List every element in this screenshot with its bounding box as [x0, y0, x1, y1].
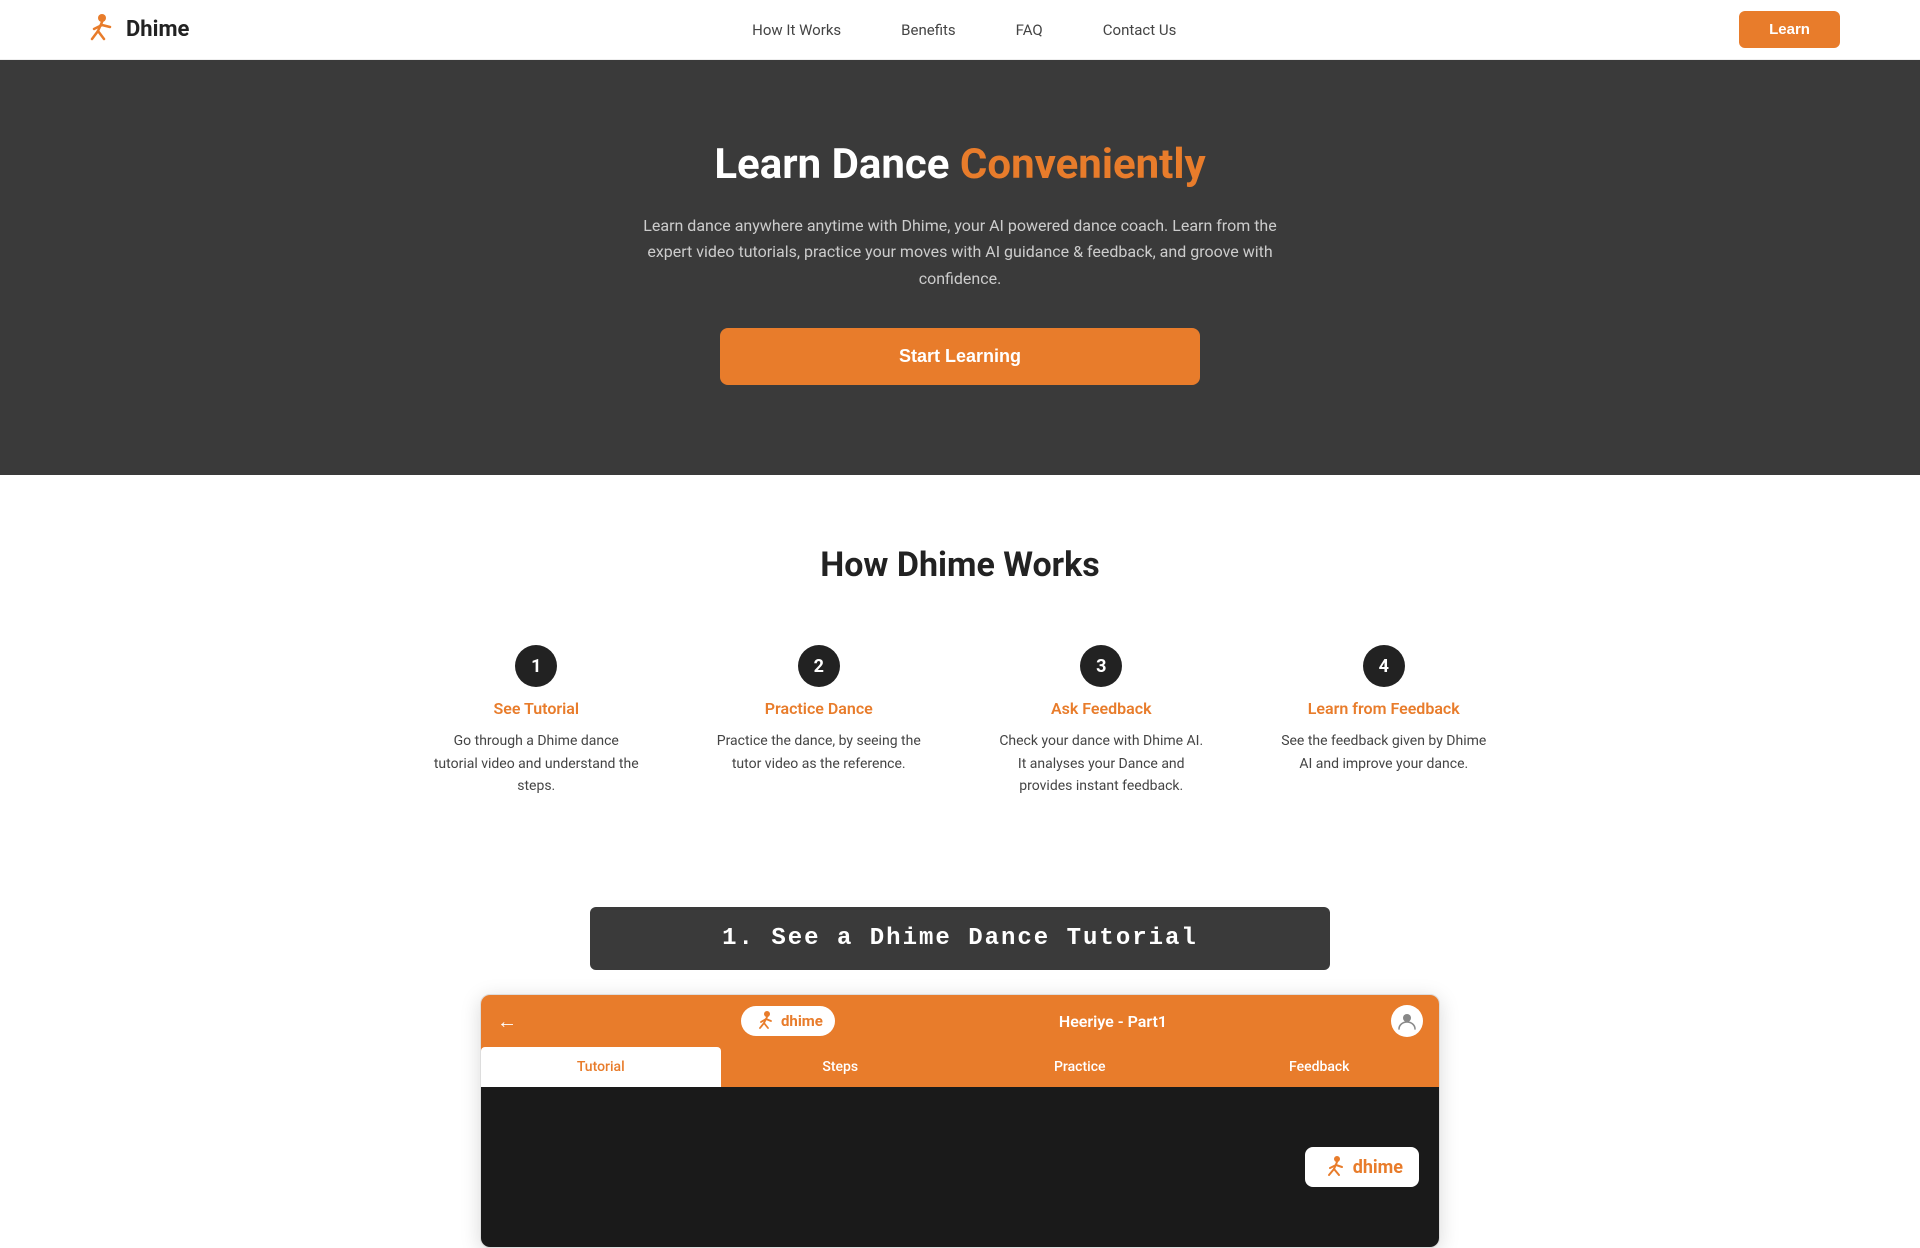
- step-1-number: 1: [515, 645, 557, 687]
- tutorial-banner: 1. See a Dhime Dance Tutorial: [590, 907, 1330, 970]
- step-1-card: 1 See Tutorial Go through a Dhime dance …: [410, 635, 663, 807]
- watermark-text: dhime: [1353, 1157, 1403, 1178]
- hero-description: Learn dance anywhere anytime with Dhime,…: [640, 213, 1280, 292]
- app-mockup: ← dhime Heeriye - Part1: [480, 994, 1440, 1248]
- step-4-number: 4: [1363, 645, 1405, 687]
- nav-links: How It Works Benefits FAQ Contact Us: [752, 21, 1176, 39]
- step-4-description: See the feedback given by Dhime AI and i…: [1278, 730, 1491, 775]
- app-avatar: [1391, 1005, 1423, 1037]
- logo-icon: [80, 11, 118, 49]
- hero-title: Learn Dance Conveniently: [714, 140, 1205, 189]
- app-tab-practice[interactable]: Practice: [960, 1047, 1200, 1087]
- app-logo-pill: dhime: [741, 1006, 835, 1036]
- step-3-number: 3: [1080, 645, 1122, 687]
- how-it-works-section: How Dhime Works 1 See Tutorial Go throug…: [0, 475, 1920, 867]
- start-learning-button[interactable]: Start Learning: [720, 328, 1200, 385]
- app-logo-text: dhime: [781, 1012, 823, 1030]
- navbar: Dhime How It Works Benefits FAQ Contact …: [0, 0, 1920, 60]
- step-2-card: 2 Practice Dance Practice the dance, by …: [693, 635, 946, 807]
- steps-grid: 1 See Tutorial Go through a Dhime dance …: [410, 635, 1510, 807]
- nav-faq[interactable]: FAQ: [1016, 21, 1043, 39]
- step-2-title: Practice Dance: [765, 699, 873, 718]
- brand-name: Dhime: [126, 17, 189, 42]
- app-logo-icon: [753, 1010, 775, 1032]
- nav-benefits[interactable]: Benefits: [901, 21, 956, 39]
- step-1-title: See Tutorial: [493, 699, 579, 718]
- step-3-title: Ask Feedback: [1051, 699, 1152, 718]
- app-tab-steps[interactable]: Steps: [721, 1047, 961, 1087]
- how-section-title: How Dhime Works: [80, 545, 1840, 585]
- step-2-number: 2: [798, 645, 840, 687]
- nav-learn-button[interactable]: Learn: [1739, 11, 1840, 48]
- app-tab-tutorial[interactable]: Tutorial: [481, 1047, 721, 1087]
- app-topbar: ← dhime Heeriye - Part1: [481, 995, 1439, 1047]
- step-4-card: 4 Learn from Feedback See the feedback g…: [1258, 635, 1511, 807]
- step-2-description: Practice the dance, by seeing the tutor …: [713, 730, 926, 775]
- watermark-icon: [1321, 1155, 1345, 1179]
- app-content-area: dhime: [481, 1087, 1439, 1247]
- tutorial-section: 1. See a Dhime Dance Tutorial ← dhime He…: [0, 867, 1920, 1248]
- app-tabs: Tutorial Steps Practice Feedback: [481, 1047, 1439, 1087]
- app-watermark: dhime: [1305, 1147, 1419, 1187]
- nav-contact[interactable]: Contact Us: [1103, 21, 1177, 39]
- step-3-card: 3 Ask Feedback Check your dance with Dhi…: [975, 635, 1228, 807]
- step-3-description: Check your dance with Dhime AI. It analy…: [995, 730, 1208, 797]
- hero-section: Learn Dance Conveniently Learn dance any…: [0, 60, 1920, 475]
- step-4-title: Learn from Feedback: [1308, 699, 1460, 718]
- app-tab-feedback[interactable]: Feedback: [1200, 1047, 1440, 1087]
- app-back-button[interactable]: ←: [497, 1009, 517, 1034]
- step-1-description: Go through a Dhime dance tutorial video …: [430, 730, 643, 797]
- nav-how-it-works[interactable]: How It Works: [752, 21, 841, 39]
- brand-logo[interactable]: Dhime: [80, 11, 189, 49]
- app-song-title: Heeriye - Part1: [1059, 1012, 1167, 1031]
- user-icon: [1397, 1011, 1417, 1031]
- hero-title-plain: Learn Dance: [714, 140, 960, 189]
- hero-title-highlight: Conveniently: [960, 140, 1206, 189]
